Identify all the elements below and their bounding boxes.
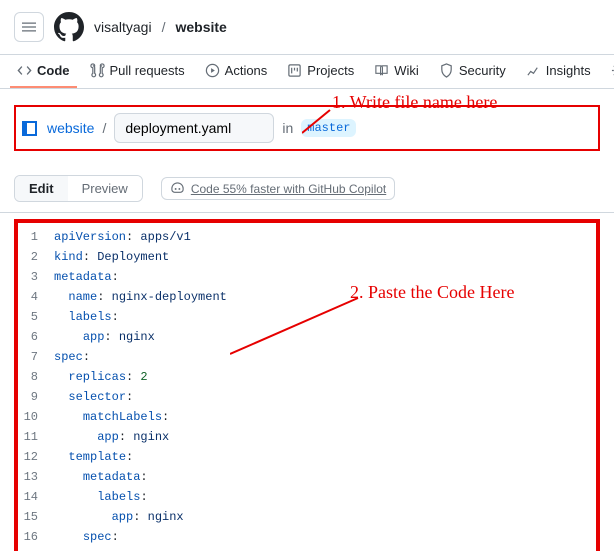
file-path-area: website / in master xyxy=(0,89,614,165)
repo-path-link[interactable]: website xyxy=(47,120,94,136)
tab-security-label: Security xyxy=(459,63,506,78)
line-number: 15 xyxy=(22,507,38,527)
code-line[interactable]: app: nginx xyxy=(54,507,588,527)
tab-pulls-label: Pull requests xyxy=(110,63,185,78)
editor-wrap: 12345678910111213141516 apiVersion: apps… xyxy=(14,219,600,551)
line-number-gutter: 12345678910111213141516 xyxy=(18,223,46,551)
line-number: 10 xyxy=(22,407,38,427)
code-line[interactable]: spec: xyxy=(54,527,588,547)
tab-settings[interactable]: Settings xyxy=(604,55,614,88)
code-content[interactable]: apiVersion: apps/v1kind: Deploymentmetad… xyxy=(46,223,596,551)
tab-projects[interactable]: Projects xyxy=(280,55,361,88)
in-label: in xyxy=(282,120,293,136)
line-number: 11 xyxy=(22,427,38,447)
code-line[interactable]: app: nginx xyxy=(54,327,588,347)
code-line[interactable]: matchLabels: xyxy=(54,407,588,427)
tab-projects-label: Projects xyxy=(307,63,354,78)
code-line[interactable]: labels: xyxy=(54,307,588,327)
code-line[interactable]: replicas: 2 xyxy=(54,367,588,387)
breadcrumb-owner[interactable]: visaltyagi xyxy=(94,19,152,35)
copilot-promo[interactable]: Code 55% faster with GitHub Copilot xyxy=(161,177,395,200)
line-number: 16 xyxy=(22,527,38,547)
code-line[interactable]: name: nginx-deployment xyxy=(54,287,588,307)
line-number: 8 xyxy=(22,367,38,387)
breadcrumb-repo[interactable]: website xyxy=(175,19,226,35)
line-number: 1 xyxy=(22,227,38,247)
github-logo-icon[interactable] xyxy=(54,12,84,42)
code-line[interactable]: metadata: xyxy=(54,467,588,487)
editor-tab-group: Edit Preview xyxy=(14,175,143,202)
line-number: 12 xyxy=(22,447,38,467)
code-editor[interactable]: 12345678910111213141516 apiVersion: apps… xyxy=(14,219,600,551)
line-number: 5 xyxy=(22,307,38,327)
tab-security[interactable]: Security xyxy=(432,55,513,88)
tab-insights-label: Insights xyxy=(546,63,591,78)
code-line[interactable]: labels: xyxy=(54,487,588,507)
line-number: 9 xyxy=(22,387,38,407)
preview-tab[interactable]: Preview xyxy=(68,176,142,201)
copilot-label: Code 55% faster with GitHub Copilot xyxy=(191,182,386,196)
editor-tab-row: Edit Preview Code 55% faster with GitHub… xyxy=(0,165,614,213)
line-number: 3 xyxy=(22,267,38,287)
menu-icon[interactable] xyxy=(14,12,44,42)
line-number: 6 xyxy=(22,327,38,347)
tab-code-label: Code xyxy=(37,63,70,78)
code-line[interactable]: apiVersion: apps/v1 xyxy=(54,227,588,247)
tab-code[interactable]: Code xyxy=(10,55,77,88)
code-line[interactable]: template: xyxy=(54,447,588,467)
breadcrumb-separator: / xyxy=(162,19,166,35)
code-line[interactable]: kind: Deployment xyxy=(54,247,588,267)
file-mode-icon xyxy=(22,121,37,136)
code-line[interactable]: selector: xyxy=(54,387,588,407)
tab-wiki-label: Wiki xyxy=(394,63,419,78)
tab-insights[interactable]: Insights xyxy=(519,55,598,88)
path-separator: / xyxy=(102,120,106,136)
branch-badge[interactable]: master xyxy=(301,119,356,137)
line-number: 4 xyxy=(22,287,38,307)
page-header: visaltyagi / website xyxy=(0,0,614,55)
line-number: 13 xyxy=(22,467,38,487)
tab-actions[interactable]: Actions xyxy=(198,55,275,88)
edit-tab[interactable]: Edit xyxy=(15,176,68,201)
line-number: 14 xyxy=(22,487,38,507)
code-line[interactable]: app: nginx xyxy=(54,427,588,447)
tab-wiki[interactable]: Wiki xyxy=(367,55,426,88)
copilot-icon xyxy=(170,181,185,196)
tab-actions-label: Actions xyxy=(225,63,268,78)
code-line[interactable]: metadata: xyxy=(54,267,588,287)
code-line[interactable]: spec: xyxy=(54,347,588,367)
filename-input[interactable] xyxy=(114,113,274,143)
file-path-bar: website / in master xyxy=(14,105,600,151)
line-number: 2 xyxy=(22,247,38,267)
line-number: 7 xyxy=(22,347,38,367)
tab-pulls[interactable]: Pull requests xyxy=(83,55,192,88)
repo-nav: Code Pull requests Actions Projects Wiki… xyxy=(0,55,614,89)
